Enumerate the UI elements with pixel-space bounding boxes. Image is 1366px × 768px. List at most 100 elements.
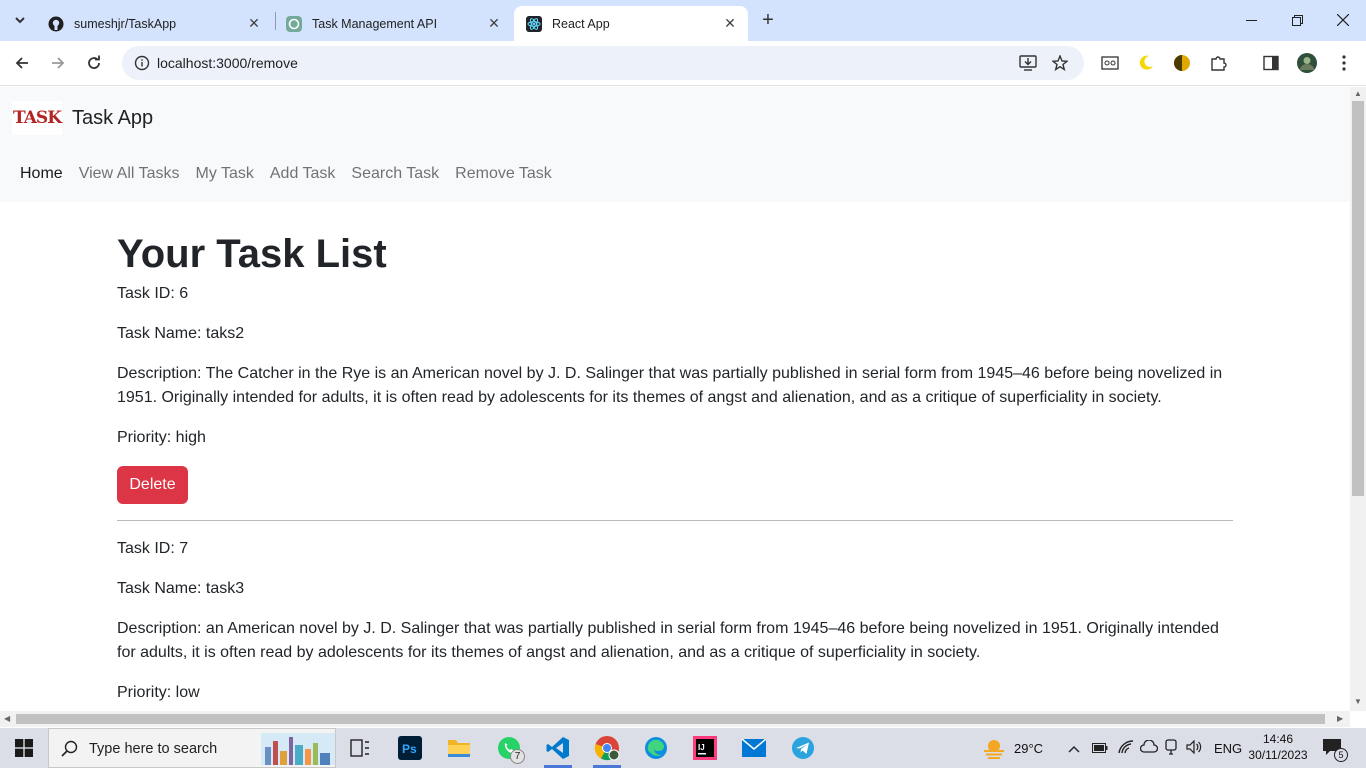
taskbar-search[interactable]: Type here to search xyxy=(48,728,336,768)
task-priority: Priority: low xyxy=(117,684,200,701)
taskbar-vscode[interactable] xyxy=(534,728,582,768)
vertical-scroll-thumb[interactable] xyxy=(1352,101,1364,496)
taskbar-photoshop[interactable]: Ps xyxy=(386,728,434,768)
side-panel-button[interactable] xyxy=(1257,49,1285,77)
svg-text:Ps: Ps xyxy=(402,742,417,756)
nav-link-search-task[interactable]: Search Task xyxy=(343,165,447,183)
site-info-icon[interactable] xyxy=(130,51,154,75)
bookmark-star-icon[interactable] xyxy=(1048,51,1072,75)
forward-button[interactable] xyxy=(44,49,72,77)
nav-link-view-all-tasks[interactable]: View All Tasks xyxy=(71,165,188,183)
task-description: Description: The Catcher in the Rye is a… xyxy=(117,365,1223,406)
scroll-right-icon[interactable]: ▶ xyxy=(1337,714,1343,723)
tab-title: sumeshjr/TaskApp xyxy=(74,16,177,31)
weather-widget[interactable]: 29°C xyxy=(982,728,1043,768)
arrow-left-icon xyxy=(15,57,28,69)
cookie-icon xyxy=(1174,55,1190,71)
tab-title: Task Management API xyxy=(312,16,438,31)
tab-task-management-api[interactable]: Task Management API ✕ xyxy=(274,6,512,41)
close-window-button[interactable] xyxy=(1320,0,1366,40)
navbar-brand[interactable]: TASK Task App xyxy=(12,101,153,135)
horizontal-scrollbar[interactable]: ◀ ▶ xyxy=(0,711,1350,727)
cloud-sync-icon[interactable] xyxy=(1139,738,1159,757)
new-tab-button[interactable]: + xyxy=(754,6,782,34)
restore-icon xyxy=(1291,14,1303,26)
battery-icon[interactable] xyxy=(1092,741,1108,756)
notification-center-button[interactable]: 5 xyxy=(1322,728,1348,768)
task-view-icon xyxy=(350,739,369,757)
task-name: Task Name: taks2 xyxy=(117,325,245,342)
task-item: Task ID: 7 Task Name: task3 Description:… xyxy=(117,537,1233,711)
main-content: Your Task List Task ID: 6 Task Name: tak… xyxy=(117,202,1233,711)
extension-cookie-button[interactable] xyxy=(1168,49,1196,77)
device-icon[interactable] xyxy=(1164,738,1178,758)
task-id: Task ID: 7 xyxy=(117,540,189,557)
wifi-icon[interactable] xyxy=(1118,739,1134,757)
brand-name: Task App xyxy=(72,106,154,129)
chevron-down-icon xyxy=(15,17,25,24)
task-priority: Priority: high xyxy=(117,429,206,446)
photoshop-icon: Ps xyxy=(398,736,422,760)
system-tray: ENG xyxy=(1068,728,1242,768)
close-icon[interactable]: ✕ xyxy=(720,14,740,34)
browser-tabstrip: sumeshjr/TaskApp ✕ Task Management API ✕… xyxy=(0,0,1366,41)
clock-time: 14:46 xyxy=(1262,732,1294,746)
app-navbar: TASK Task App Home View All Tasks My Tas… xyxy=(0,87,1350,202)
close-icon[interactable]: ✕ xyxy=(484,14,504,34)
tab-search-button[interactable] xyxy=(8,8,32,32)
extensions-button[interactable] xyxy=(1204,49,1232,77)
address-bar[interactable]: localhost:3000/remove xyxy=(122,46,1084,80)
nav-link-my-task[interactable]: My Task xyxy=(187,165,261,183)
scroll-down-icon[interactable]: ▼ xyxy=(1354,697,1362,706)
chevron-up-icon[interactable] xyxy=(1068,741,1082,756)
speaker-icon[interactable] xyxy=(1186,739,1202,757)
start-button[interactable] xyxy=(0,728,48,768)
close-icon[interactable]: ✕ xyxy=(244,14,264,34)
telegram-icon xyxy=(792,737,814,759)
arrow-right-icon xyxy=(52,57,65,69)
side-panel-icon xyxy=(1263,55,1279,71)
taskbar-clock[interactable]: 14:46 30/11/2023 xyxy=(1248,731,1308,763)
taskbar-intellij[interactable]: IJ xyxy=(681,728,729,768)
puzzle-icon xyxy=(1211,56,1227,71)
tab-react-app[interactable]: React App ✕ xyxy=(514,6,748,41)
notification-icon: 5 xyxy=(1322,736,1348,762)
taskbar-edge[interactable] xyxy=(632,728,680,768)
minimize-button[interactable] xyxy=(1228,0,1274,40)
tab-github[interactable]: sumeshjr/TaskApp ✕ xyxy=(36,6,272,41)
search-placeholder: Type here to search xyxy=(89,741,218,757)
install-app-icon[interactable] xyxy=(1016,51,1040,75)
delete-button[interactable]: Delete xyxy=(117,466,188,504)
tab-title: React App xyxy=(552,16,610,31)
scroll-left-icon[interactable]: ◀ xyxy=(4,714,10,723)
nav-link-home[interactable]: Home xyxy=(12,165,71,183)
taskbar-mail[interactable] xyxy=(730,728,778,768)
page-viewport: TASK Task App Home View All Tasks My Tas… xyxy=(0,87,1350,711)
chatgpt-icon xyxy=(286,15,302,32)
vertical-scrollbar[interactable]: ▲ ▼ xyxy=(1350,87,1366,711)
restore-button[interactable] xyxy=(1274,0,1320,40)
taskbar-whatsapp[interactable]: 7 xyxy=(485,728,533,768)
nav-link-add-task[interactable]: Add Task xyxy=(262,165,344,183)
notification-badge: 7 xyxy=(510,749,525,764)
page-title: Your Task List xyxy=(117,232,387,276)
nav-link-remove-task[interactable]: Remove Task xyxy=(447,165,560,183)
scroll-up-icon[interactable]: ▲ xyxy=(1354,89,1362,98)
reload-button[interactable] xyxy=(80,49,108,77)
more-vert-icon xyxy=(1342,55,1346,71)
horizontal-scroll-thumb[interactable] xyxy=(16,714,1325,724)
taskbar-telegram[interactable] xyxy=(779,728,827,768)
extension-dark-mode-button[interactable] xyxy=(1132,49,1160,77)
menu-button[interactable] xyxy=(1330,49,1358,77)
task-divider xyxy=(117,520,1233,521)
task-view-button[interactable] xyxy=(336,728,384,768)
taskbar-file-explorer[interactable] xyxy=(435,728,483,768)
language-indicator[interactable]: ENG xyxy=(1214,741,1242,756)
extension-reader-button[interactable] xyxy=(1096,49,1124,77)
intellij-icon: IJ xyxy=(693,736,717,760)
back-button[interactable] xyxy=(8,49,36,77)
profile-button[interactable] xyxy=(1293,49,1321,77)
search-icon xyxy=(61,740,78,762)
taskbar-chrome[interactable] xyxy=(583,728,631,768)
nav-links: Home View All Tasks My Task Add Task Sea… xyxy=(12,165,560,183)
